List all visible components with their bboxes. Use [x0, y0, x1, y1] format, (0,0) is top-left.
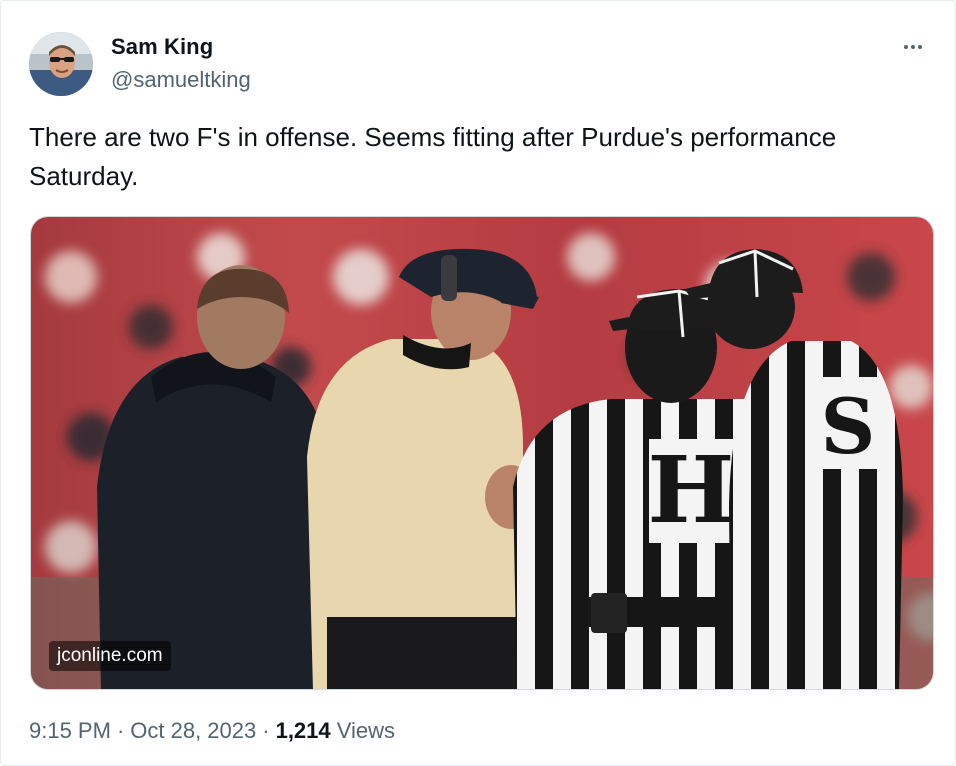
referee-s-letter: S [821, 382, 876, 471]
tweet-photo[interactable]: H S [30, 216, 934, 690]
more-dot [904, 45, 908, 49]
tweet-card: Sam King @samueltking There are two F's … [0, 0, 956, 766]
photo-watermark: jconline.com [49, 641, 171, 671]
more-dot [918, 45, 922, 49]
meta-separator: · [116, 718, 125, 743]
more-options-icon[interactable] [895, 35, 931, 59]
author-name[interactable]: Sam King [111, 34, 213, 60]
author-handle[interactable]: @samueltking [111, 67, 251, 93]
views-count[interactable]: 1,214 [276, 718, 331, 743]
more-dot [911, 45, 915, 49]
tweet-text: There are two F's in offense. Seems fitt… [29, 122, 837, 191]
tweet-date[interactable]: Oct 28, 2023 [130, 718, 256, 743]
views-label[interactable]: Views [337, 718, 395, 743]
meta-separator: · [262, 718, 270, 743]
tweet-time[interactable]: 9:15 PM [29, 718, 111, 743]
avatar[interactable] [29, 32, 93, 96]
referee-h-letter: H [648, 436, 735, 544]
tweet-meta: 9:15 PM · Oct 28, 2023 · 1,214 Views [29, 718, 395, 744]
